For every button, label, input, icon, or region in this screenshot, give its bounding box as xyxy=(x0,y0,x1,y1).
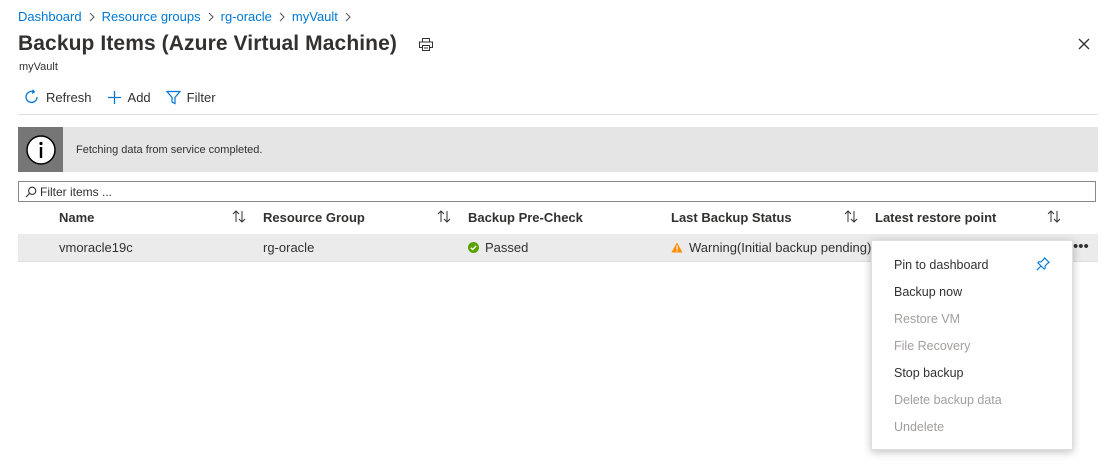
sort-icon[interactable] xyxy=(1047,210,1061,223)
column-latest-restore-point[interactable]: Latest restore point xyxy=(875,210,996,225)
menu-item-undelete: Undelete xyxy=(894,420,945,434)
filter-items-box[interactable] xyxy=(18,181,1096,202)
toolbar-divider xyxy=(18,114,1098,115)
refresh-button[interactable]: Refresh xyxy=(24,89,92,105)
chevron-right-icon xyxy=(279,12,285,22)
close-icon[interactable] xyxy=(1078,38,1090,50)
refresh-label: Refresh xyxy=(46,89,92,105)
chevron-right-icon xyxy=(345,12,351,22)
menu-item-stop-backup[interactable]: Stop backup xyxy=(894,366,964,380)
menu-item-backup-now[interactable]: Backup now xyxy=(894,285,962,299)
menu-item-delete-backup-data: Delete backup data xyxy=(894,393,1002,407)
column-last-backup-status[interactable]: Last Backup Status xyxy=(671,210,792,225)
add-button[interactable]: Add xyxy=(107,90,151,105)
context-menu: Pin to dashboard Backup now Restore VM F… xyxy=(871,240,1073,450)
more-options-button[interactable]: ••• xyxy=(1073,238,1089,255)
refresh-icon xyxy=(25,89,38,104)
filter-items-input[interactable] xyxy=(40,184,940,199)
last-backup-status: Warning(Initial backup pending) xyxy=(689,240,872,255)
info-icon xyxy=(18,127,63,172)
precheck-status: Passed xyxy=(485,240,529,255)
cell-name[interactable]: vmoracle19c xyxy=(59,240,133,255)
chevron-right-icon xyxy=(208,12,214,22)
search-icon xyxy=(25,186,37,197)
column-name[interactable]: Name xyxy=(59,210,94,225)
menu-item-restore-vm: Restore VM xyxy=(894,312,960,326)
cell-resource-group: rg-oracle xyxy=(263,240,315,255)
breadcrumb-myvault[interactable]: myVault xyxy=(292,9,338,24)
pin-icon[interactable] xyxy=(1036,257,1050,271)
title-row: Backup Items (Azure Virtual Machine) xyxy=(18,32,433,56)
cell-last-backup-status: Warning(Initial backup pending) xyxy=(671,240,871,255)
toolbar: Refresh Add Filter xyxy=(24,89,231,105)
chevron-right-icon xyxy=(89,12,95,22)
menu-item-pin-to-dashboard[interactable]: Pin to dashboard xyxy=(894,258,989,272)
filter-label: Filter xyxy=(186,89,216,105)
column-backup-precheck[interactable]: Backup Pre-Check xyxy=(468,210,583,225)
info-message: Fetching data from service completed. xyxy=(76,143,263,156)
warning-icon xyxy=(671,242,683,253)
sort-icon[interactable] xyxy=(437,210,451,223)
sort-icon[interactable] xyxy=(844,210,858,223)
filter-button[interactable]: Filter xyxy=(165,89,216,105)
print-icon[interactable] xyxy=(418,37,433,51)
add-label: Add xyxy=(127,89,151,105)
column-resource-group[interactable]: Resource Group xyxy=(263,210,365,225)
filter-icon xyxy=(165,90,181,104)
breadcrumb-rg-oracle[interactable]: rg-oracle xyxy=(221,9,272,24)
info-bar: Fetching data from service completed. xyxy=(18,127,1098,172)
check-circle-icon xyxy=(468,242,479,253)
page-title: Backup Items (Azure Virtual Machine) xyxy=(18,32,397,55)
breadcrumb-resource-groups[interactable]: Resource groups xyxy=(102,9,201,24)
breadcrumb-dashboard[interactable]: Dashboard xyxy=(18,9,82,24)
cell-precheck: Passed xyxy=(468,240,528,255)
menu-item-file-recovery: File Recovery xyxy=(894,339,971,353)
page-subtitle: myVault xyxy=(19,61,58,73)
add-icon xyxy=(107,90,121,104)
sort-icon[interactable] xyxy=(232,210,246,223)
table-header: Name Resource Group Backup Pre-Check Las… xyxy=(18,206,1098,230)
breadcrumb: Dashboard Resource groups rg-oracle myVa… xyxy=(18,9,358,24)
